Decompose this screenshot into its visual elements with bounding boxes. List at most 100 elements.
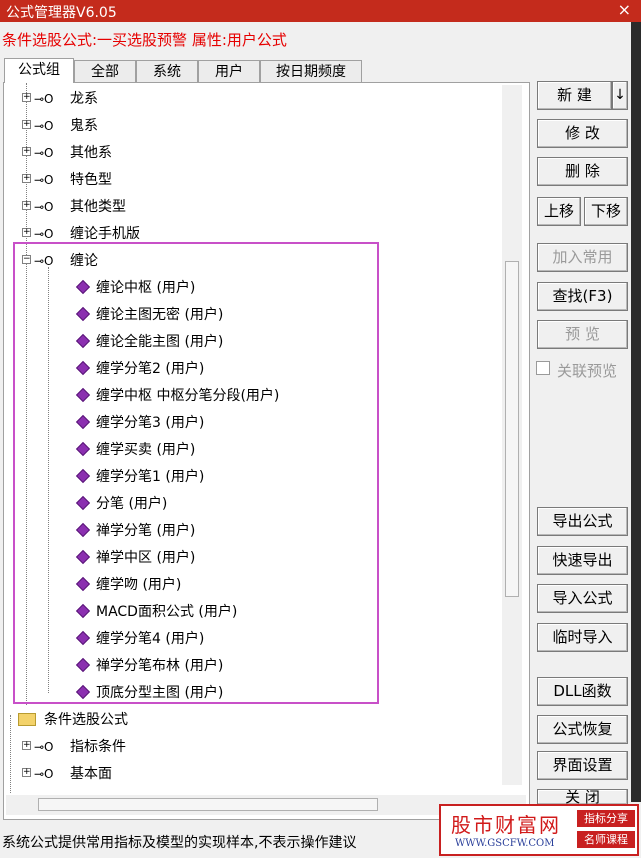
formula-icon (75, 495, 91, 511)
formula-info: 条件选股公式:一买选股预警 属性:用户公式 (2, 31, 287, 49)
move-down-button[interactable]: 下移 (584, 197, 628, 226)
formula-icon (75, 549, 91, 565)
expand-icon[interactable]: + (22, 228, 31, 237)
find-button[interactable]: 查找(F3) (537, 282, 628, 311)
watermark-name: 股市财富网 (451, 813, 561, 837)
tree-group-label: 指标条件 (70, 739, 126, 755)
formula-icon (75, 603, 91, 619)
tree-group-label: 特色型 (70, 172, 112, 188)
tree-group-label: 龙系 (70, 91, 98, 107)
title-bar: 公式管理器V6.05 × (0, 0, 641, 22)
formula-icon (75, 414, 91, 430)
background-edge (631, 22, 641, 802)
key-icon: ⊸O (34, 173, 54, 187)
expand-icon[interactable]: + (22, 147, 31, 156)
preview-button[interactable]: 预 览 (537, 320, 628, 349)
formula-icon (75, 576, 91, 592)
formula-icon (75, 468, 91, 484)
tree-formula-label: 缠学分笔2 (用户) (96, 361, 205, 377)
tree-formula-label: 顶底分型主图 (用户) (96, 685, 224, 701)
tree-formula-label: 缠学买卖 (用户) (96, 442, 196, 458)
tree-formula-label: MACD面积公式 (用户) (96, 604, 238, 620)
new-button[interactable]: 新 建 (537, 81, 612, 110)
formula-icon (75, 657, 91, 673)
formula-icon (75, 522, 91, 538)
move-up-button[interactable]: 上移 (537, 197, 581, 226)
tree-formula-label: 禅学分笔 (用户) (96, 523, 196, 539)
status-text: 系统公式提供常用指标及模型的实现样本,不表示操作建议 (2, 835, 357, 851)
export-button[interactable]: 导出公式 (537, 507, 628, 536)
tree-formula-label: 缠论全能主图 (用户) (96, 334, 224, 350)
expand-icon[interactable]: + (22, 174, 31, 183)
formula-icon (75, 333, 91, 349)
formula-icon (75, 306, 91, 322)
expand-icon[interactable]: + (22, 201, 31, 210)
modify-button[interactable]: 修 改 (537, 119, 628, 148)
temp-import-button[interactable]: 临时导入 (537, 623, 628, 652)
tab-formula-group[interactable]: 公式组 (4, 58, 74, 83)
formula-tree[interactable]: + ⊸O 龙系 + ⊸O 鬼系 + ⊸O 其他系 + ⊸O 特色型 + ⊸O 其… (3, 82, 530, 820)
tree-formula-label: 缠论中枢 (用户) (96, 280, 196, 296)
formula-icon (75, 279, 91, 295)
expand-icon[interactable]: + (22, 120, 31, 129)
formula-icon (75, 360, 91, 376)
tree-formula-label: 缠学中枢 中枢分笔分段(用户) (96, 388, 280, 404)
tree-group-label: 缠论 (70, 253, 98, 269)
import-button[interactable]: 导入公式 (537, 584, 628, 613)
dll-button[interactable]: DLL函数 (537, 677, 628, 706)
new-dropdown-button[interactable]: ↓ (612, 81, 628, 110)
vertical-scrollbar[interactable] (502, 85, 522, 785)
quick-export-button[interactable]: 快速导出 (537, 546, 628, 575)
collapse-icon[interactable]: − (22, 255, 31, 264)
tree-formula-label: 缠学分笔4 (用户) (96, 631, 205, 647)
tab-all[interactable]: 全部 (74, 60, 136, 82)
close-button[interactable]: 关 闭 (537, 789, 628, 805)
tree-formula-label: 禅学分笔布林 (用户) (96, 658, 224, 674)
key-icon: ⊸O (34, 146, 54, 160)
key-icon: ⊸O (34, 92, 54, 106)
key-icon: ⊸O (34, 227, 54, 241)
key-icon: ⊸O (34, 767, 54, 781)
window-title: 公式管理器V6.05 (6, 5, 117, 21)
scroll-thumb[interactable] (38, 798, 378, 811)
expand-icon[interactable]: + (22, 741, 31, 750)
ui-settings-button[interactable]: 界面设置 (537, 751, 628, 780)
restore-button[interactable]: 公式恢复 (537, 715, 628, 744)
watermark-logo: 股市财富网 WWW.GSCFW.COM 指标分享 名师课程 (439, 804, 639, 856)
tree-formula-label: 缠学分笔3 (用户) (96, 415, 205, 431)
watermark-url: WWW.GSCFW.COM (455, 838, 555, 849)
tree-group-label: 基本面 (70, 766, 112, 782)
key-icon: ⊸O (34, 200, 54, 214)
delete-button[interactable]: 删 除 (537, 157, 628, 186)
tree-group-label: 鬼系 (70, 118, 98, 134)
tab-by-date[interactable]: 按日期频度 (260, 60, 362, 82)
tree-group-label: 其他系 (70, 145, 112, 161)
key-icon: ⊸O (34, 740, 54, 754)
key-icon: ⊸O (34, 254, 54, 268)
watermark-tag: 指标分享 (577, 810, 635, 827)
tree-folder-label: 条件选股公式 (44, 712, 128, 728)
tree-formula-label: 分笔 (用户) (96, 496, 168, 512)
formula-icon (75, 630, 91, 646)
tree-formula-label: 缠学吻 (用户) (96, 577, 182, 593)
link-preview-checkbox[interactable] (536, 361, 550, 375)
expand-icon[interactable]: + (22, 768, 31, 777)
formula-icon (75, 441, 91, 457)
add-common-button[interactable]: 加入常用 (537, 243, 628, 272)
formula-icon (75, 684, 91, 700)
tree-group-label: 其他类型 (70, 199, 126, 215)
close-icon[interactable]: × (618, 0, 631, 19)
tree-formula-label: 缠学分笔1 (用户) (96, 469, 205, 485)
tree-formula-label: 缠论主图无密 (用户) (96, 307, 224, 323)
tab-user[interactable]: 用户 (198, 60, 260, 82)
watermark-tag: 名师课程 (577, 831, 635, 848)
link-preview-label: 关联预览 (557, 362, 618, 380)
tree-group-label: 缠论手机版 (70, 226, 140, 242)
formula-icon (75, 387, 91, 403)
tab-system[interactable]: 系统 (136, 60, 198, 82)
folder-icon (18, 713, 36, 726)
expand-icon[interactable]: + (22, 93, 31, 102)
scroll-thumb[interactable] (505, 261, 519, 597)
tree-formula-label: 禅学中区 (用户) (96, 550, 196, 566)
key-icon: ⊸O (34, 119, 54, 133)
